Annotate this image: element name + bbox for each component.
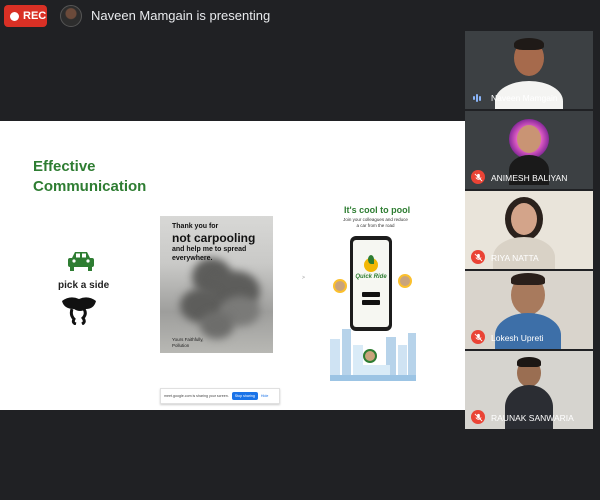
record-dot-icon — [10, 11, 19, 21]
poster-line-1: Thank you for — [172, 223, 219, 230]
pick-side-label: pick a side — [58, 280, 110, 291]
smog-poster-image: Thank you for not carpooling and help me… — [160, 216, 273, 353]
stop-sharing-button[interactable]: Stop sharing — [231, 392, 258, 400]
phone-screen: Quick Ride — [353, 240, 389, 327]
participant-name: RIYA NATTA — [491, 253, 539, 263]
rider-pin-bottom — [363, 349, 377, 363]
recording-indicator: REC — [4, 5, 47, 27]
screen-share-bar: meet.google.com is sharing your screen. … — [160, 388, 280, 404]
app-name: Quick Ride — [355, 274, 387, 280]
mic-off-icon — [474, 253, 482, 261]
share-notice-text: meet.google.com is sharing your screen. — [164, 394, 229, 398]
pollution-cloud-icon — [62, 297, 96, 325]
mic-off-icon — [474, 333, 482, 341]
participant-tile[interactable]: RIYA NATTA — [465, 191, 593, 269]
participant-name: Lokesh Upreti — [491, 333, 544, 343]
muted-badge — [471, 330, 485, 344]
slide-title: Effective Communication — [33, 158, 147, 195]
muted-badge — [471, 170, 485, 184]
car-icon — [68, 252, 94, 271]
participant-name: RAUNAK SANWARIA — [491, 413, 574, 423]
meeting-top-bar: REC Naveen Mamgain is presenting — [0, 0, 600, 32]
recording-label: REC — [23, 10, 47, 22]
participant-tile[interactable]: Naveen Mamgain — [465, 31, 593, 109]
participant-name: ANIMESH BALIYAN — [491, 173, 568, 183]
participant-tile[interactable]: ANIMESH BALIYAN — [465, 111, 593, 189]
participant-tile[interactable]: RAUNAK SANWARIA — [465, 351, 593, 429]
participant-tile[interactable]: Lokesh Upreti — [465, 271, 593, 349]
muted-badge — [471, 250, 485, 264]
mic-off-icon — [474, 173, 482, 181]
presenter-banner-text: Naveen Mamgain is presenting — [91, 8, 271, 23]
pool-subtitle: Join your colleagues and reduce a car fr… — [343, 217, 408, 228]
play-store-badge — [362, 300, 380, 305]
poster-signature: Yours Faithfully, Pollution — [172, 337, 204, 348]
pool-title: It's cool to pool — [344, 205, 411, 215]
rider-pin-left — [333, 279, 347, 293]
muted-badge — [471, 410, 485, 424]
mic-off-icon — [474, 413, 482, 421]
presenter-avatar — [60, 5, 82, 27]
rider-pin-right — [398, 274, 412, 288]
poster-line-2: not carpooling — [172, 231, 256, 245]
leaf-icon — [368, 255, 374, 264]
poster-line-3: and help me to spread everywhere. — [172, 246, 247, 262]
speaking-indicator-icon — [473, 94, 483, 102]
presentation-slide: Effective Communication pick a side Than… — [0, 121, 465, 410]
phone-mockup: Quick Ride — [350, 236, 392, 331]
hide-share-bar-link[interactable]: Hide — [261, 394, 268, 398]
app-store-badge — [362, 292, 380, 297]
participant-name: Naveen Mamgain — [491, 93, 558, 103]
slide-arrow-mark: > — [302, 275, 305, 281]
